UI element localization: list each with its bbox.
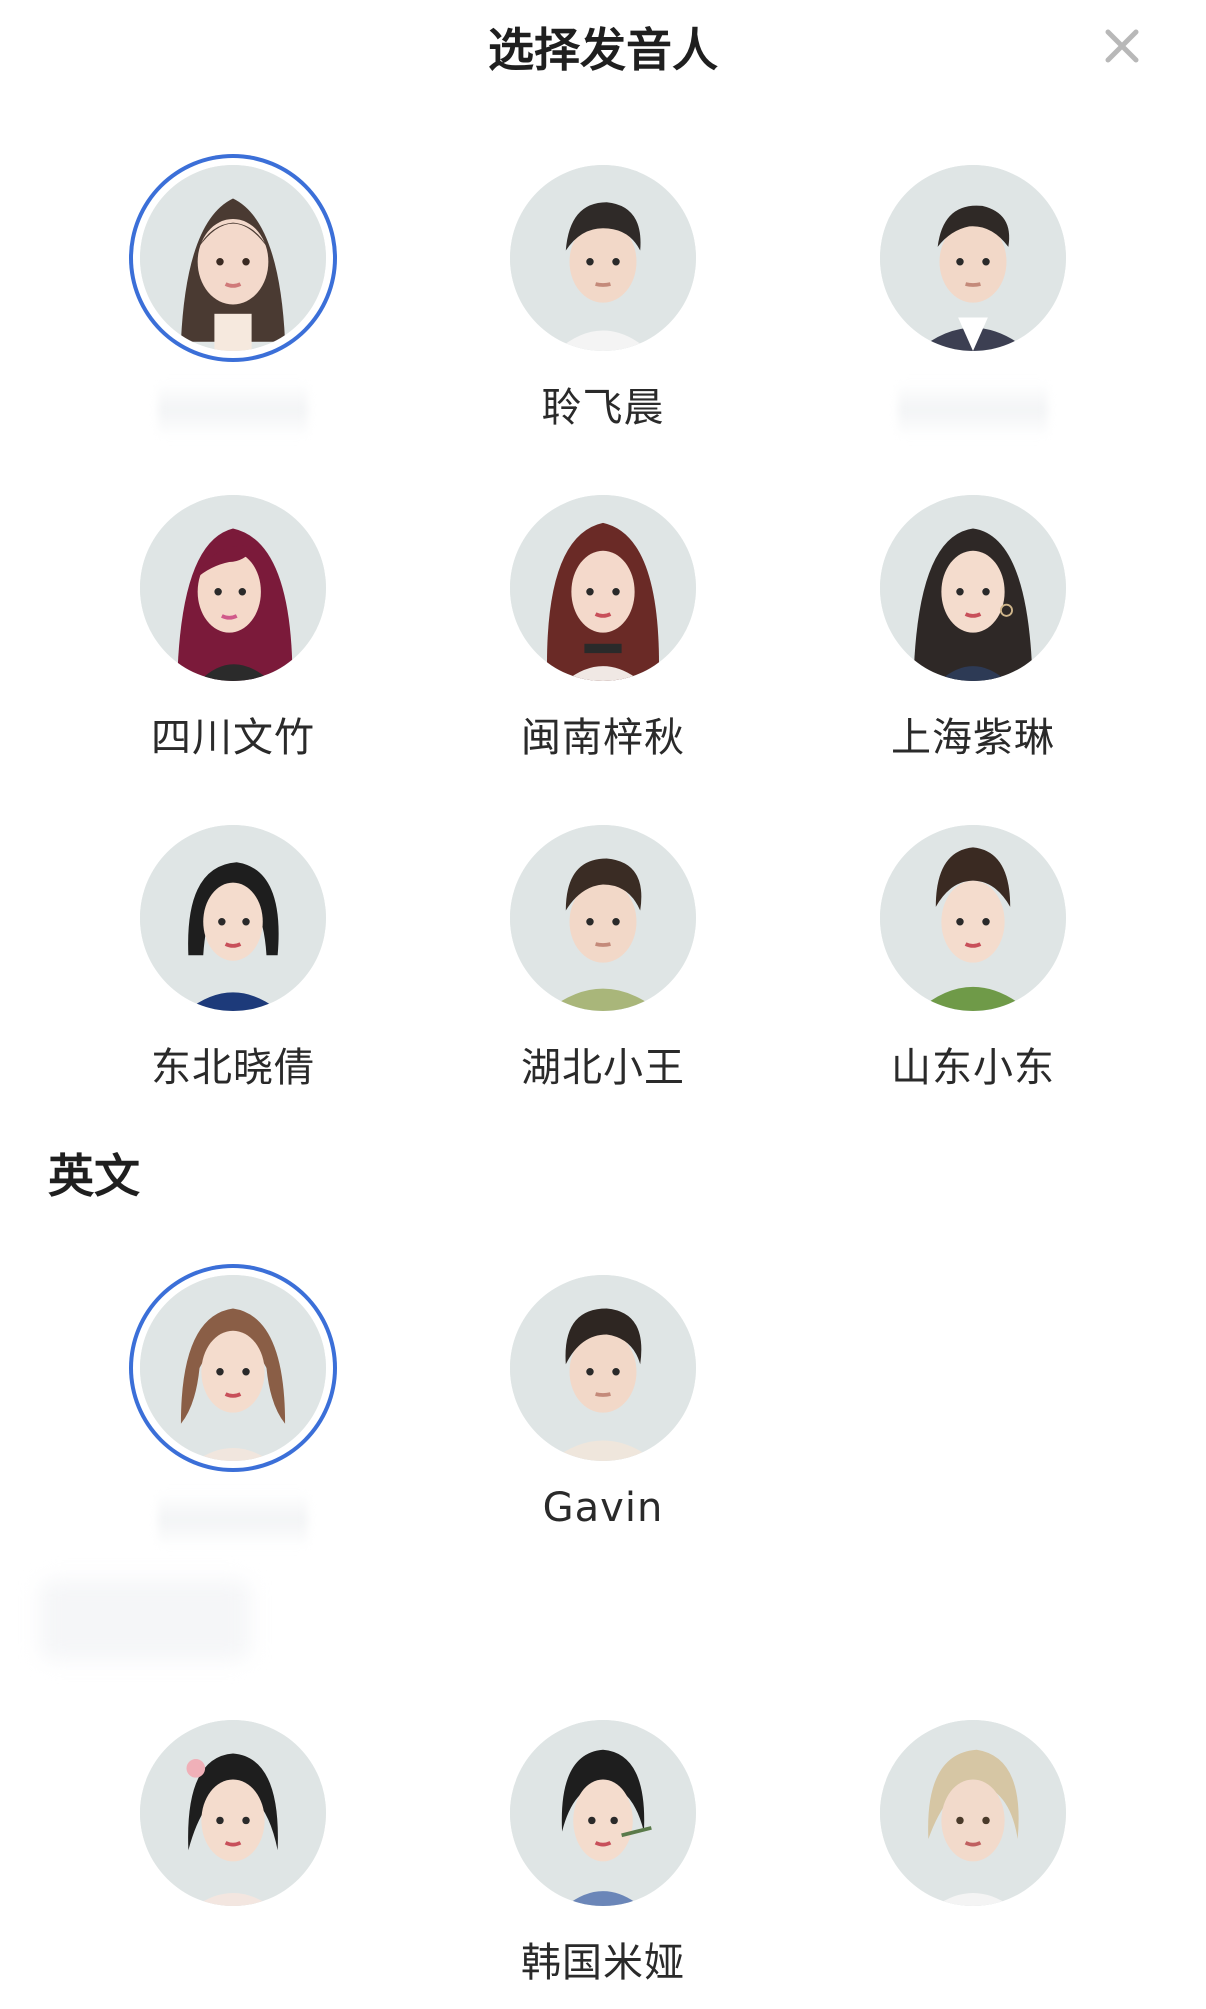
voice-name: 四川文竹 xyxy=(151,715,315,761)
voice-item[interactable]: 闽南梓秋 xyxy=(473,495,733,775)
female-avatar-icon xyxy=(510,1720,696,1906)
voice-item[interactable] xyxy=(103,1720,363,2000)
voice-item[interactable]: 上海紫琳 xyxy=(843,495,1103,775)
voice-item[interactable]: Gavin xyxy=(473,1275,733,1555)
voice-avatar xyxy=(880,165,1066,351)
voice-name: 韩国米娅 xyxy=(521,1940,685,1986)
voice-avatar xyxy=(140,1275,326,1461)
voice-name: 湖北小王 xyxy=(521,1045,685,1091)
name-placeholder xyxy=(898,380,1048,440)
close-icon xyxy=(1105,29,1139,63)
voice-avatar xyxy=(510,495,696,681)
voice-item[interactable]: 韩国米娅 xyxy=(473,1720,733,2000)
female-avatar-icon xyxy=(880,495,1066,681)
voice-avatar xyxy=(880,1720,1066,1906)
female-avatar-icon xyxy=(510,495,696,681)
voice-item[interactable]: 东北晓倩 xyxy=(103,825,363,1105)
male-avatar-icon xyxy=(510,825,696,1011)
voice-item[interactable] xyxy=(843,1720,1103,2000)
voice-avatar xyxy=(140,825,326,1011)
voice-item[interactable]: 湖北小王 xyxy=(473,825,733,1105)
voice-avatar xyxy=(510,825,696,1011)
female-avatar-icon xyxy=(140,825,326,1011)
female-avatar-icon xyxy=(880,825,1066,1011)
female-avatar-icon xyxy=(140,495,326,681)
voice-item[interactable]: 四川文竹 xyxy=(103,495,363,775)
voice-avatar xyxy=(140,165,326,351)
voice-item[interactable] xyxy=(843,165,1103,445)
voice-avatar xyxy=(880,495,1066,681)
male-avatar-icon xyxy=(510,1275,696,1461)
section-title-english: 英文 xyxy=(48,1149,140,1203)
voice-avatar xyxy=(510,165,696,351)
male-avatar-icon xyxy=(880,165,1066,351)
voice-item[interactable]: 聆飞晨 xyxy=(473,165,733,445)
name-placeholder xyxy=(158,380,308,440)
close-button[interactable] xyxy=(1098,22,1146,70)
voice-avatar xyxy=(140,495,326,681)
voice-avatar xyxy=(140,1720,326,1906)
voice-item[interactable]: 山东小东 xyxy=(843,825,1103,1105)
voice-avatar xyxy=(880,825,1066,1011)
page-title: 选择发音人 xyxy=(488,23,718,77)
name-placeholder xyxy=(158,1490,308,1550)
voice-name: 聆飞晨 xyxy=(541,385,665,431)
female-avatar-icon xyxy=(140,1275,326,1461)
voice-avatar xyxy=(510,1720,696,1906)
voice-name: 东北晓倩 xyxy=(151,1045,315,1091)
voice-item[interactable] xyxy=(103,1275,363,1555)
voice-item[interactable] xyxy=(103,165,363,445)
male-avatar-icon xyxy=(510,165,696,351)
female-avatar-icon xyxy=(140,165,326,351)
voice-name: 闽南梓秋 xyxy=(521,715,685,761)
voice-name: 山东小东 xyxy=(891,1045,1055,1091)
section-title-placeholder xyxy=(40,1580,250,1660)
female-avatar-icon xyxy=(140,1720,326,1906)
voice-name: 上海紫琳 xyxy=(891,715,1055,761)
voice-name: Gavin xyxy=(542,1485,664,1531)
voice-avatar xyxy=(510,1275,696,1461)
female-avatar-icon xyxy=(880,1720,1066,1906)
